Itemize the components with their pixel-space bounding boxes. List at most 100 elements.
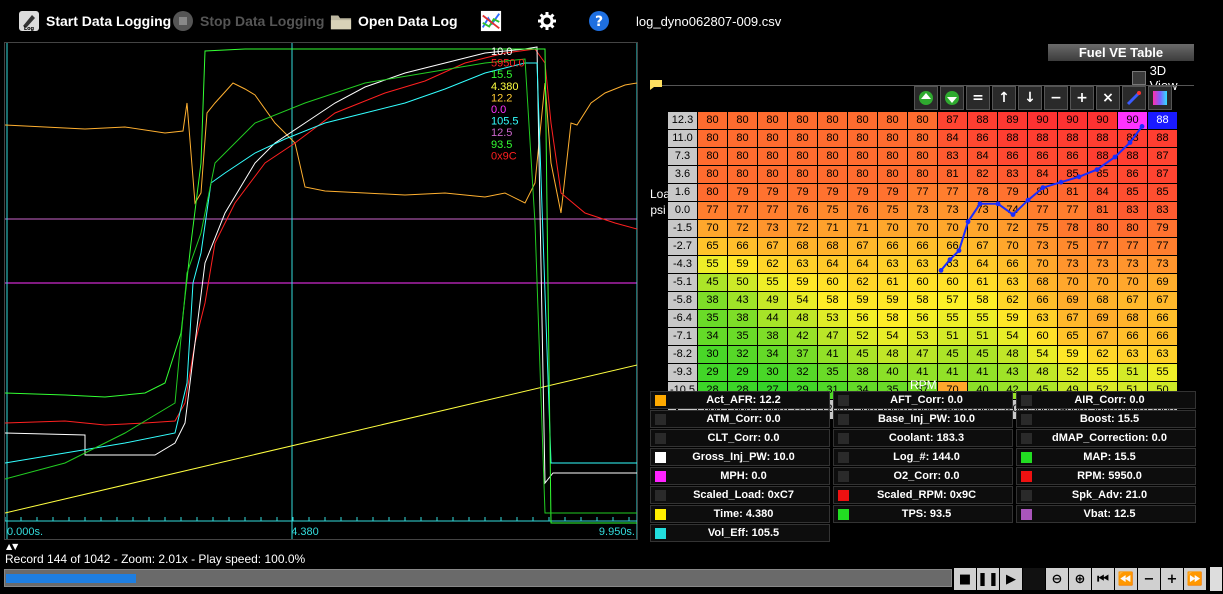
gauge-color-swatch[interactable] [655, 527, 666, 539]
ve-cell[interactable]: 67 [1148, 292, 1178, 310]
gauge-color-swatch[interactable] [1021, 432, 1032, 444]
ve-cell[interactable]: 48 [788, 310, 818, 328]
ve-cell[interactable]: 79 [788, 184, 818, 202]
gauge-color-swatch[interactable] [1021, 413, 1032, 425]
ve-cell[interactable]: 73 [758, 220, 788, 238]
ve-cell[interactable]: 70 [878, 220, 908, 238]
ve-cell[interactable]: 58 [878, 310, 908, 328]
ve-cell[interactable]: 80 [818, 112, 848, 130]
gauge-item[interactable]: Scaled_Load: 0xC7 [650, 486, 830, 504]
ve-cell[interactable]: 61 [968, 274, 998, 292]
ve-cell[interactable]: 80 [908, 112, 938, 130]
ve-cell[interactable]: 77 [1148, 238, 1178, 256]
slower-button[interactable]: − [1138, 568, 1160, 590]
ve-cell[interactable]: 35 [818, 364, 848, 382]
ve-cell[interactable]: 77 [728, 202, 758, 220]
ve-cell[interactable]: 51 [938, 328, 968, 346]
play-button[interactable]: ▶ [1000, 568, 1022, 590]
ve-cell[interactable]: 77 [938, 184, 968, 202]
ve-cell[interactable]: 29 [728, 364, 758, 382]
ve-cell[interactable]: 37 [788, 346, 818, 364]
gauge-color-swatch[interactable] [838, 432, 849, 444]
ve-cell[interactable]: 45 [938, 346, 968, 364]
go-up-button[interactable] [914, 86, 938, 110]
ve-cell[interactable]: 68 [788, 238, 818, 256]
ve-cell[interactable]: 90 [1058, 112, 1088, 130]
ve-cell[interactable]: 75 [818, 202, 848, 220]
ve-cell[interactable]: 68 [1028, 274, 1058, 292]
ve-cell[interactable]: 34 [758, 346, 788, 364]
ve-cell[interactable]: 88 [998, 130, 1028, 148]
gauge-item[interactable]: dMAP_Correction: 0.0 [1016, 429, 1196, 447]
log-plot[interactable]: 10.05950.015.54.38012.20.0105.512.593.50… [5, 43, 637, 539]
ve-cell[interactable]: 70 [1118, 274, 1148, 292]
settings-button[interactable] [536, 8, 558, 34]
ve-cell[interactable]: 51 [968, 328, 998, 346]
ve-cell[interactable]: 41 [818, 346, 848, 364]
ve-cell[interactable]: 80 [788, 148, 818, 166]
ve-cell[interactable]: 54 [1028, 346, 1058, 364]
ve-cell[interactable]: 74 [998, 202, 1028, 220]
ve-cell[interactable]: 80 [758, 166, 788, 184]
ve-cell[interactable]: 80 [908, 130, 938, 148]
ve-cell[interactable]: 45 [848, 346, 878, 364]
ve-cell[interactable]: 90 [1028, 112, 1058, 130]
view3d-checkbox[interactable] [1132, 71, 1146, 85]
ve-cell[interactable]: 55 [698, 256, 728, 274]
ve-cell[interactable]: 54 [998, 328, 1028, 346]
ve-cell[interactable]: 70 [938, 220, 968, 238]
ve-cell[interactable]: 77 [758, 202, 788, 220]
ve-cell[interactable]: 73 [938, 202, 968, 220]
ve-cell[interactable]: 67 [968, 238, 998, 256]
ve-cell[interactable]: 58 [968, 292, 998, 310]
ve-cell[interactable]: 32 [788, 364, 818, 382]
ve-cell[interactable]: 80 [788, 112, 818, 130]
ve-cell[interactable]: 83 [1148, 202, 1178, 220]
ve-cell[interactable]: 80 [728, 166, 758, 184]
ve-cell[interactable]: 76 [848, 202, 878, 220]
ve-cell[interactable]: 80 [728, 148, 758, 166]
ve-cell[interactable]: 59 [1058, 346, 1088, 364]
ve-cell[interactable]: 79 [818, 184, 848, 202]
ve-cell[interactable]: 80 [788, 130, 818, 148]
ve-cell[interactable]: 82 [968, 166, 998, 184]
ve-cell[interactable]: 79 [1148, 220, 1178, 238]
gauge-item[interactable]: Vbat: 12.5 [1016, 505, 1196, 523]
ve-cell[interactable]: 63 [1028, 310, 1058, 328]
ve-cell[interactable]: 66 [728, 238, 758, 256]
ve-cell[interactable]: 80 [818, 148, 848, 166]
ve-cell[interactable]: 58 [908, 292, 938, 310]
ve-cell[interactable]: 70 [968, 220, 998, 238]
gauge-item[interactable]: MPH: 0.0 [650, 467, 830, 485]
ve-cell[interactable]: 45 [968, 346, 998, 364]
ve-cell[interactable]: 80 [698, 112, 728, 130]
gauge-color-swatch[interactable] [1021, 451, 1032, 463]
ve-cell[interactable]: 73 [1028, 238, 1058, 256]
ve-cell[interactable]: 62 [998, 292, 1028, 310]
ve-cell[interactable]: 63 [788, 256, 818, 274]
ve-cell[interactable]: 87 [938, 112, 968, 130]
ve-cell[interactable]: 38 [848, 364, 878, 382]
ve-cell[interactable]: 81 [938, 166, 968, 184]
ve-cell[interactable]: 54 [788, 292, 818, 310]
ve-cell[interactable]: 80 [728, 112, 758, 130]
ve-cell[interactable]: 78 [1058, 220, 1088, 238]
ve-cell[interactable]: 35 [698, 310, 728, 328]
gauge-item[interactable]: TPS: 93.5 [833, 505, 1013, 523]
ve-cell[interactable]: 50 [728, 274, 758, 292]
gauge-color-swatch[interactable] [655, 508, 666, 520]
gauge-item[interactable]: Spk_Adv: 21.0 [1016, 486, 1196, 504]
gauge-item[interactable]: O2_Corr: 0.0 [833, 467, 1013, 485]
ve-cell[interactable]: 73 [1088, 256, 1118, 274]
ve-cell[interactable]: 73 [1148, 256, 1178, 274]
ve-cell[interactable]: 66 [1148, 328, 1178, 346]
gauge-color-swatch[interactable] [838, 489, 849, 501]
ve-cell[interactable]: 41 [968, 364, 998, 382]
ve-cell[interactable]: 87 [1148, 148, 1178, 166]
ve-cell[interactable]: 77 [908, 184, 938, 202]
ve-cell[interactable]: 49 [758, 292, 788, 310]
ve-cell[interactable]: 63 [998, 274, 1028, 292]
ve-cell[interactable]: 77 [1118, 238, 1148, 256]
ve-cell[interactable]: 70 [698, 220, 728, 238]
gauge-color-swatch[interactable] [655, 413, 666, 425]
